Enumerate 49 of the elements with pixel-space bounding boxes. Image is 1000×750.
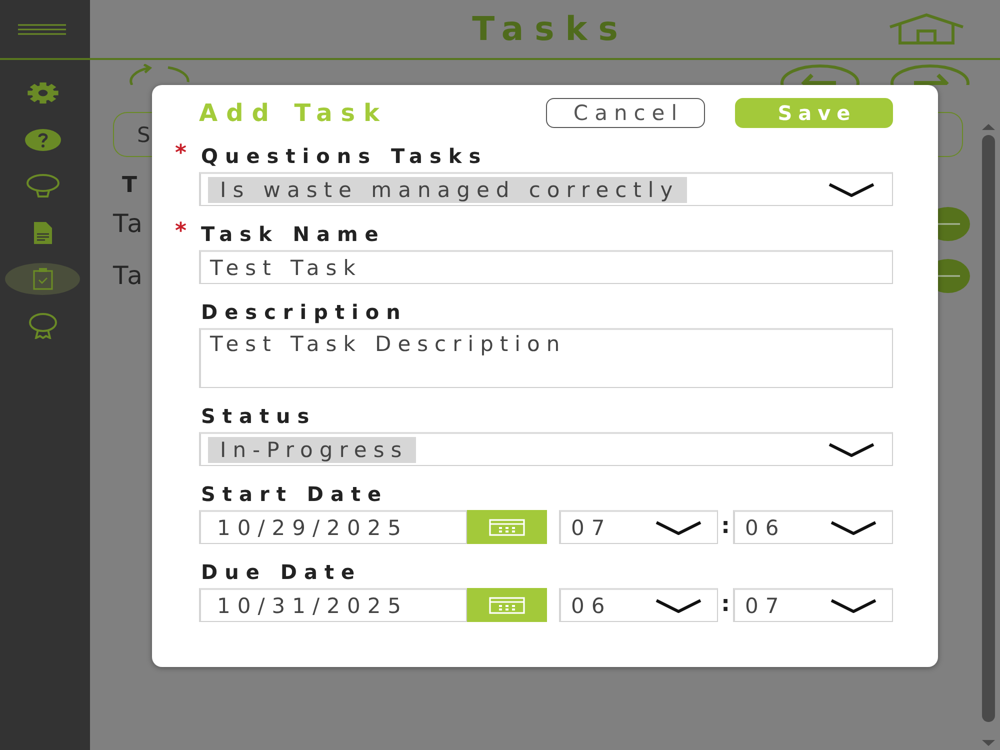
field-label: Questions Tasks [200, 144, 488, 168]
chevron-down-icon [828, 182, 875, 196]
time-separator: : [720, 593, 731, 617]
minute-dropdown[interactable]: 06 [733, 510, 893, 544]
field-label: Task Name [200, 222, 386, 246]
chevron-down-icon [830, 598, 877, 612]
field-label: Status [200, 404, 316, 428]
scroll-up-icon[interactable] [982, 124, 995, 130]
cancel-button[interactable]: Cancel [546, 98, 705, 128]
page-title: Tasks [471, 9, 629, 49]
chevron-down-icon [655, 598, 702, 612]
field-label: Description [200, 300, 408, 324]
gear-icon [26, 82, 58, 104]
date-field[interactable]: 10/31/2025 [199, 588, 467, 622]
scrollbar-thumb[interactable] [982, 135, 995, 722]
text-field[interactable]: Test Task [199, 250, 893, 284]
minute-dropdown[interactable]: 07 [733, 588, 893, 622]
required-asterisk: * [175, 221, 187, 243]
chevron-down-icon [655, 520, 702, 534]
calendar-icon [489, 518, 525, 536]
field-label: Due Date [200, 560, 362, 584]
dropdown[interactable]: Is waste managed correctly [199, 172, 893, 206]
menu-icon[interactable] [18, 24, 66, 34]
date-field[interactable]: 10/29/2025 [199, 510, 467, 544]
help-icon [24, 128, 60, 150]
hour-dropdown[interactable]: 06 [559, 588, 718, 622]
back-arrow-icon[interactable] [780, 64, 860, 85]
chevron-down-icon [830, 520, 877, 534]
hour-dropdown[interactable]: 07 [559, 510, 718, 544]
field-label: Start Date [200, 482, 388, 506]
chevron-down-icon [828, 442, 875, 456]
dropdown[interactable]: In-Progress [199, 432, 893, 466]
calendar-button[interactable] [467, 510, 547, 544]
time-separator: : [720, 515, 731, 539]
description-field[interactable]: Test Task Description [199, 328, 893, 388]
scroll-down-icon[interactable] [982, 740, 995, 746]
list-item-text: Ta [113, 261, 146, 291]
forward-arrow-icon[interactable] [890, 64, 970, 85]
calendar-icon [489, 596, 525, 614]
refresh-icon[interactable] [128, 64, 190, 85]
home-icon[interactable] [888, 13, 965, 45]
clipboard-icon [32, 268, 52, 290]
dialog-title: Add Task [199, 98, 390, 128]
lightbulb-icon [26, 174, 60, 198]
calendar-button[interactable] [467, 588, 547, 622]
list-item-text: Ta [113, 209, 146, 239]
list-heading: T [122, 174, 138, 198]
document-icon [34, 222, 52, 244]
required-asterisk: * [175, 143, 187, 165]
